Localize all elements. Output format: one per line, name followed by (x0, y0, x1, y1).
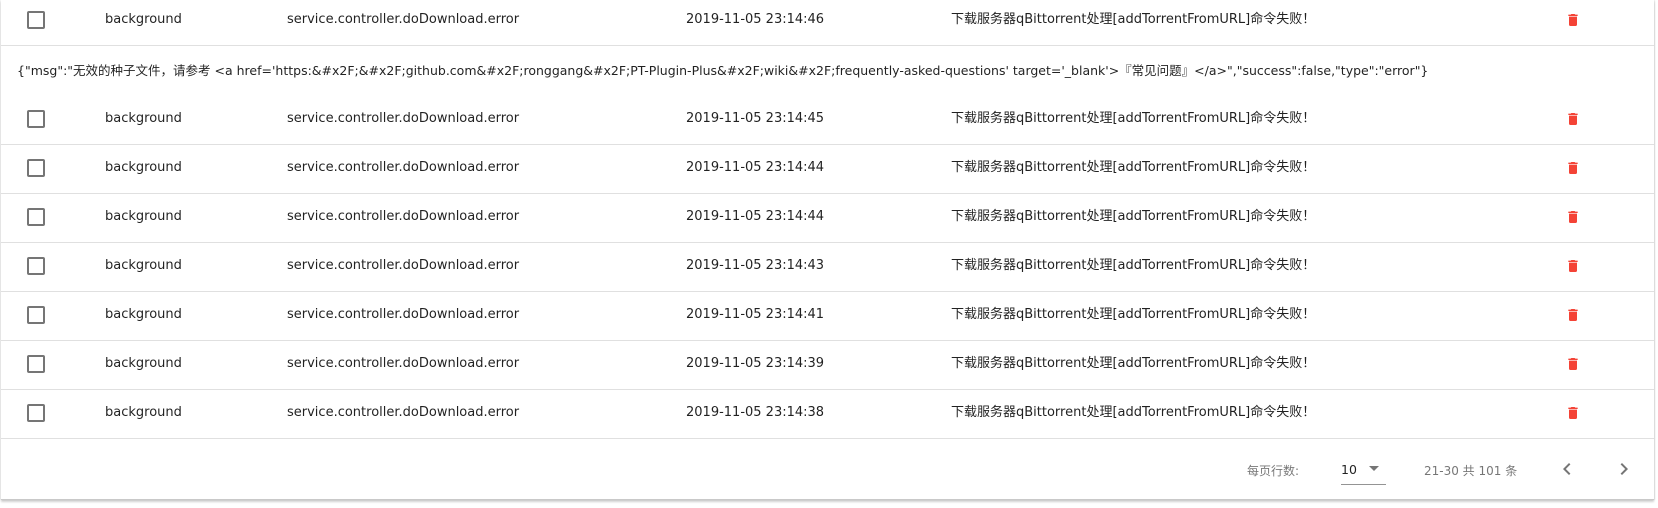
row-time: 2019-11-05 23:14:45 (686, 111, 825, 126)
rows-per-page-label: 每页行数: (1247, 464, 1300, 478)
row-message: 下载服务器qBittorrent处理[addTorrentFromURL]命令失… (951, 12, 1316, 27)
table-row[interactable]: background service.controller.doDownload… (1, 242, 1654, 292)
row-source: background (105, 209, 182, 224)
trash-can-icon[interactable] (1565, 109, 1581, 129)
table-row[interactable]: background service.controller.doDownload… (1, 389, 1654, 439)
rows-per-page-select[interactable]: 10 (1341, 454, 1386, 485)
trash-can-icon[interactable] (1565, 158, 1581, 178)
row-time: 2019-11-05 23:14:43 (686, 258, 825, 273)
row-event: service.controller.doDownload.error (287, 12, 520, 27)
pagination-footer: 每页行数: 10 21-30 共 101 条 (1, 440, 1654, 499)
trash-can-icon[interactable] (1565, 403, 1581, 423)
row-checkbox[interactable] (27, 257, 45, 275)
row-time: 2019-11-05 23:14:39 (686, 356, 825, 371)
trash-can-icon[interactable] (1565, 10, 1581, 30)
row-message: 下载服务器qBittorrent处理[addTorrentFromURL]命令失… (951, 405, 1316, 420)
row-message: 下载服务器qBittorrent处理[addTorrentFromURL]命令失… (951, 356, 1316, 371)
row-source: background (105, 405, 182, 420)
row-event: service.controller.doDownload.error (287, 160, 520, 175)
row-message: 下载服务器qBittorrent处理[addTorrentFromURL]命令失… (951, 160, 1316, 175)
row-checkbox[interactable] (27, 404, 45, 422)
table-row[interactable]: background service.controller.doDownload… (1, 340, 1654, 390)
row-checkbox[interactable] (27, 355, 45, 373)
row-event: service.controller.doDownload.error (287, 111, 520, 126)
row-event: service.controller.doDownload.error (287, 405, 520, 420)
row-time: 2019-11-05 23:14:38 (686, 405, 825, 420)
table-row[interactable]: background service.controller.doDownload… (1, 193, 1654, 243)
row-checkbox[interactable] (27, 306, 45, 324)
row-source: background (105, 111, 182, 126)
row-message: 下载服务器qBittorrent处理[addTorrentFromURL]命令失… (951, 307, 1316, 322)
expanded-row-detail: {"msg":"无效的种子文件，请参考 <a href='https:&#x2F… (1, 47, 1654, 95)
row-source: background (105, 160, 182, 175)
row-time: 2019-11-05 23:14:44 (686, 209, 825, 224)
table-row[interactable]: background service.controller.doDownload… (1, 144, 1654, 194)
row-message: 下载服务器qBittorrent处理[addTorrentFromURL]命令失… (951, 209, 1316, 224)
chevron-right-icon[interactable] (1612, 457, 1636, 481)
table-row[interactable]: background service.controller.doDownload… (1, 0, 1654, 46)
table-row[interactable]: background service.controller.doDownload… (1, 95, 1654, 145)
row-message: 下载服务器qBittorrent处理[addTorrentFromURL]命令失… (951, 258, 1316, 273)
row-event: service.controller.doDownload.error (287, 258, 520, 273)
log-table-card: background service.controller.doDownload… (1, 0, 1654, 500)
page-range-text: 21-30 共 101 条 (1424, 464, 1518, 478)
row-event: service.controller.doDownload.error (287, 356, 520, 371)
table-row[interactable]: background service.controller.doDownload… (1, 291, 1654, 341)
trash-can-icon[interactable] (1565, 256, 1581, 276)
row-event: service.controller.doDownload.error (287, 209, 520, 224)
row-checkbox[interactable] (27, 11, 45, 29)
row-source: background (105, 12, 182, 27)
row-time: 2019-11-05 23:14:46 (686, 12, 825, 27)
row-checkbox[interactable] (27, 159, 45, 177)
row-checkbox[interactable] (27, 208, 45, 226)
row-message: 下载服务器qBittorrent处理[addTorrentFromURL]命令失… (951, 111, 1316, 126)
row-time: 2019-11-05 23:14:44 (686, 160, 825, 175)
detail-text: {"msg":"无效的种子文件，请参考 <a href='https:&#x2F… (17, 63, 1429, 78)
row-source: background (105, 258, 182, 273)
row-checkbox[interactable] (27, 110, 45, 128)
caret-down-icon (1369, 466, 1379, 471)
row-event: service.controller.doDownload.error (287, 307, 520, 322)
row-time: 2019-11-05 23:14:41 (686, 307, 825, 322)
trash-can-icon[interactable] (1565, 354, 1581, 374)
chevron-left-icon[interactable] (1555, 457, 1579, 481)
row-source: background (105, 307, 182, 322)
rows-per-page-value: 10 (1341, 462, 1357, 477)
row-source: background (105, 356, 182, 371)
trash-can-icon[interactable] (1565, 207, 1581, 227)
trash-can-icon[interactable] (1565, 305, 1581, 325)
